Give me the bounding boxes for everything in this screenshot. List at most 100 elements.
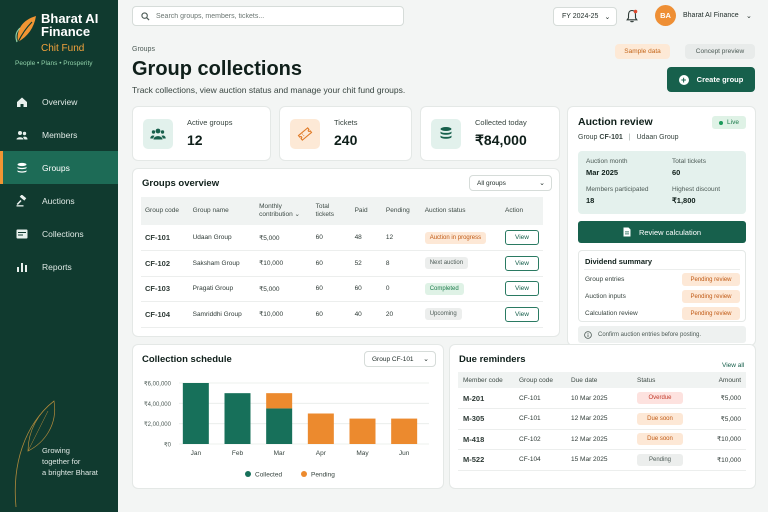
column-header-text: Monthly contribution bbox=[259, 203, 293, 218]
dividend-summary: Dividend summary Group entries Pending r… bbox=[578, 250, 746, 322]
total-tickets: Total tickets 60 bbox=[672, 158, 706, 177]
status-cell: Pending bbox=[632, 449, 702, 471]
sidebar-item-overview[interactable]: Overview bbox=[0, 85, 118, 118]
monthly-contribution: ₹5,000 bbox=[255, 276, 312, 302]
chevron-down-icon[interactable]: ⌄ bbox=[746, 12, 752, 20]
column-header: Status bbox=[632, 372, 702, 388]
group-code[interactable]: CF-102 bbox=[141, 250, 189, 277]
group-code: CF-101 bbox=[514, 408, 566, 430]
sample-data-badge: Sample data bbox=[615, 44, 670, 59]
due-date: 15 Mar 2025 bbox=[566, 449, 632, 471]
breadcrumb[interactable]: Groups bbox=[132, 46, 155, 53]
bell-icon[interactable] bbox=[626, 9, 638, 23]
column-header: Total tickets bbox=[311, 197, 351, 225]
table-row: M-201 CF-101 10 Mar 2025 Overdue ₹5,000 bbox=[458, 388, 746, 409]
create-group-button[interactable]: + Create group bbox=[667, 67, 755, 92]
pending-count: 0 bbox=[381, 276, 421, 302]
column-header: Member code bbox=[458, 372, 514, 388]
due-date: 12 Mar 2025 bbox=[566, 429, 632, 450]
x-tick-label: May bbox=[356, 450, 369, 457]
footer-line: together for bbox=[42, 457, 81, 466]
sidebar-item-label: Groups bbox=[42, 162, 70, 173]
review-calculation-button[interactable]: Review calculation bbox=[578, 221, 746, 243]
stat-value: 240 bbox=[334, 132, 358, 148]
paid-count: 60 bbox=[350, 276, 382, 302]
member-code[interactable]: M-418 bbox=[458, 429, 514, 450]
action-cell: View bbox=[501, 301, 543, 328]
groups-filter-select[interactable]: All groups ⌄ bbox=[469, 175, 552, 191]
info-icon bbox=[584, 330, 592, 339]
auction-group-code: CF-101 bbox=[599, 134, 623, 141]
group-name: Udaan Group bbox=[188, 225, 256, 251]
members-value: 18 bbox=[586, 196, 595, 205]
user-name[interactable]: Bharat AI Finance bbox=[683, 12, 739, 19]
collections-icon bbox=[16, 228, 28, 240]
column-header: Amount bbox=[702, 372, 746, 388]
sidebar-item-collections[interactable]: Collections bbox=[0, 217, 118, 250]
sidebar-nav: Overview Members Groups Auctions Collect… bbox=[0, 85, 118, 283]
view-button[interactable]: View bbox=[505, 306, 539, 322]
leaf-logo-icon bbox=[15, 16, 36, 43]
x-tick-label: Feb bbox=[232, 450, 244, 457]
status-cell: Due soon bbox=[632, 408, 702, 430]
sidebar-item-groups[interactable]: Groups bbox=[0, 151, 118, 184]
concept-preview-badge: Concept preview bbox=[685, 44, 755, 59]
status-badge: Completed bbox=[424, 282, 464, 295]
chevron-down-icon: ⌄ bbox=[423, 356, 429, 363]
search-input[interactable] bbox=[156, 12, 396, 20]
paid-count: 52 bbox=[350, 250, 382, 277]
table-row: CF-102 Saksham Group ₹10,000 60 52 8 Nex… bbox=[141, 250, 543, 277]
due-reminders-card: Due reminders View all Member code Group… bbox=[450, 345, 755, 488]
sidebar-item-label: Collections bbox=[42, 228, 84, 239]
fiscal-year-select[interactable]: FY 2024-25 ⌄ bbox=[553, 7, 617, 26]
discount-value: ₹1,800 bbox=[672, 196, 696, 205]
total-tickets: 60 bbox=[311, 250, 351, 277]
dividend-row-label: Calculation review bbox=[585, 310, 638, 317]
schedule-group-select[interactable]: Group CF-101 ⌄ bbox=[364, 351, 436, 367]
legend-swatch bbox=[301, 471, 307, 477]
auction-status-cell: Completed bbox=[420, 276, 501, 302]
monthly-contribution: ₹5,000 bbox=[255, 225, 312, 251]
column-header: Monthly contribution ⌄ bbox=[255, 197, 312, 225]
total-tickets: 60 bbox=[311, 225, 351, 251]
amount: ₹5,000 bbox=[702, 388, 746, 409]
avatar[interactable]: BA bbox=[655, 5, 676, 26]
collection-schedule-chart: ₹0 ₹2,00,000 ₹4,00,000 ₹6,00,000 Jan Feb Mar Ap… bbox=[144, 381, 429, 479]
plus-icon: + bbox=[678, 74, 689, 85]
people-icon bbox=[150, 128, 166, 140]
pending-count: 20 bbox=[381, 301, 421, 328]
column-header: Action bbox=[501, 197, 543, 225]
sidebar: Bharat AI Finance Chit Fund People • Pla… bbox=[0, 0, 118, 512]
brand-subtitle: Chit Fund bbox=[41, 43, 85, 54]
members-icon bbox=[16, 129, 28, 141]
due-date: 10 Mar 2025 bbox=[566, 388, 632, 409]
action-cell: View bbox=[501, 250, 543, 277]
amount: ₹10,000 bbox=[702, 449, 746, 471]
view-button[interactable]: View bbox=[505, 281, 539, 297]
member-code[interactable]: M-522 bbox=[458, 449, 514, 471]
sidebar-item-auctions[interactable]: Auctions bbox=[0, 184, 118, 217]
group-code[interactable]: CF-104 bbox=[141, 301, 189, 328]
member-code[interactable]: M-201 bbox=[458, 388, 514, 409]
group-code[interactable]: CF-103 bbox=[141, 276, 189, 302]
sidebar-item-reports[interactable]: Reports bbox=[0, 250, 118, 283]
sidebar-item-members[interactable]: Members bbox=[0, 118, 118, 151]
stat-icon-wrap bbox=[143, 119, 173, 149]
group-code[interactable]: CF-101 bbox=[141, 225, 189, 251]
view-button[interactable]: View bbox=[505, 230, 539, 245]
stat-label: Active groups bbox=[187, 118, 233, 127]
dividend-row-label: Auction inputs bbox=[585, 293, 626, 300]
column-header: Paid bbox=[350, 197, 382, 225]
groups-overview-title: Groups overview bbox=[142, 178, 220, 189]
stat-card-active-groups: Active groups 12 bbox=[133, 107, 270, 160]
brand-title: Bharat AI Finance bbox=[41, 11, 99, 39]
groups-icon bbox=[16, 162, 28, 174]
group-prefix: Group bbox=[578, 134, 598, 141]
status-cell: Overdue bbox=[632, 388, 702, 409]
dividend-row-label: Group entries bbox=[585, 276, 625, 283]
member-code[interactable]: M-305 bbox=[458, 408, 514, 430]
view-button[interactable]: View bbox=[505, 255, 539, 271]
view-all-link[interactable]: View all bbox=[722, 362, 744, 369]
auction-note: Confirm auction entries before posting. bbox=[578, 326, 746, 343]
live-badge: Live bbox=[712, 116, 746, 129]
